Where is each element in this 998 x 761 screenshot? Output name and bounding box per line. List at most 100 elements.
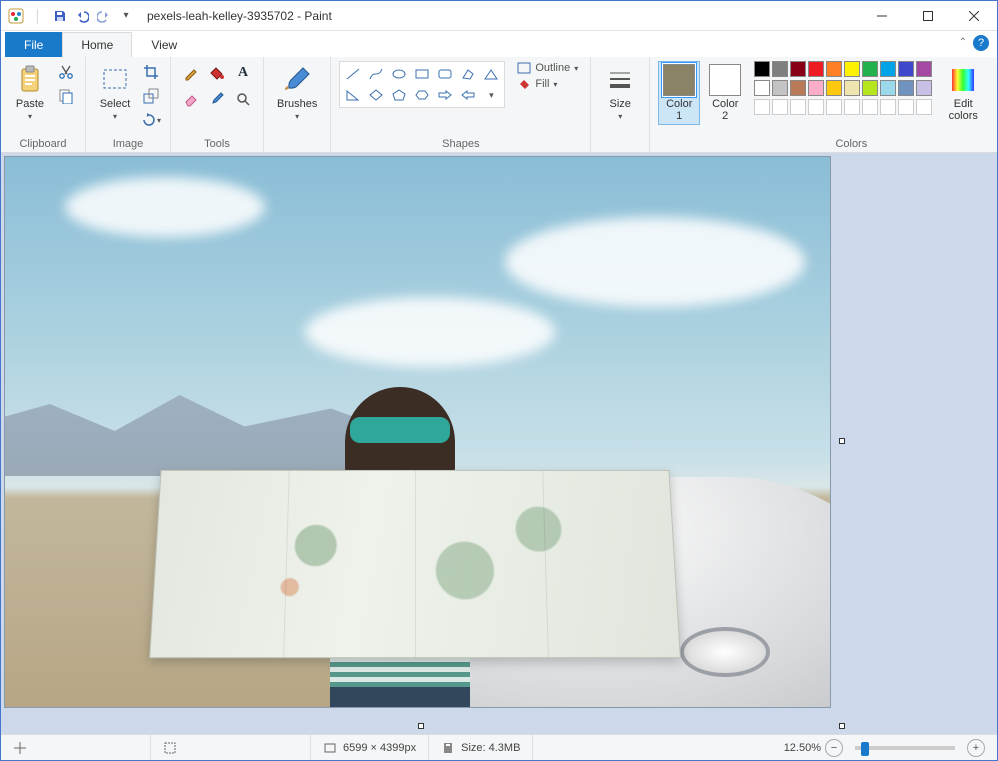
color2-button[interactable]: Color 2 <box>704 61 746 125</box>
palette-swatch[interactable] <box>862 61 878 77</box>
shape-more[interactable]: ▾ <box>480 85 502 105</box>
edit-colors-button[interactable]: Edit colors <box>942 61 984 125</box>
palette-swatch[interactable] <box>844 80 860 96</box>
text-tool[interactable]: A <box>231 61 255 85</box>
palette-swatch[interactable] <box>826 99 842 115</box>
palette-swatch[interactable] <box>844 99 860 115</box>
brushes-button[interactable]: Brushes▾ <box>272 61 322 125</box>
shape-hexagon[interactable] <box>411 85 433 105</box>
fill-label: Fill <box>535 78 549 90</box>
palette-swatch[interactable] <box>826 80 842 96</box>
palette-swatch[interactable] <box>880 80 896 96</box>
fill-tool[interactable] <box>205 61 229 85</box>
shape-triangle[interactable] <box>480 64 502 84</box>
select-button[interactable]: Select▾ <box>94 61 136 125</box>
palette-swatch[interactable] <box>862 80 878 96</box>
shape-right-triangle[interactable] <box>342 85 364 105</box>
canvas-scroll-area[interactable] <box>1 153 997 734</box>
shape-diamond[interactable] <box>365 85 387 105</box>
color-palette-custom <box>754 99 932 115</box>
palette-swatch[interactable] <box>916 61 932 77</box>
tab-home[interactable]: Home <box>62 32 132 57</box>
redo-icon[interactable] <box>95 7 113 25</box>
pencil-tool[interactable] <box>179 61 203 85</box>
close-button[interactable] <box>951 1 997 31</box>
palette-swatch[interactable] <box>916 99 932 115</box>
tab-file[interactable]: File <box>5 32 62 57</box>
eraser-tool[interactable] <box>179 87 203 111</box>
qat-separator: │ <box>29 7 47 25</box>
resize-handle-right[interactable] <box>839 438 845 444</box>
resize-button[interactable] <box>140 85 162 107</box>
crop-button[interactable] <box>140 61 162 83</box>
palette-swatch[interactable] <box>898 80 914 96</box>
palette-swatch[interactable] <box>826 61 842 77</box>
resize-handle-corner[interactable] <box>839 723 845 729</box>
palette-swatch[interactable] <box>790 80 806 96</box>
palette-swatch[interactable] <box>808 80 824 96</box>
window-title: pexels-leah-kelley-3935702 - Paint <box>141 9 859 23</box>
magnifier-tool[interactable] <box>231 87 255 111</box>
palette-swatch[interactable] <box>754 61 770 77</box>
palette-swatch[interactable] <box>772 80 788 96</box>
select-label: Select <box>100 98 131 110</box>
undo-icon[interactable] <box>73 7 91 25</box>
color2-label: Color 2 <box>712 98 738 122</box>
palette-swatch[interactable] <box>754 99 770 115</box>
minimize-button[interactable] <box>859 1 905 31</box>
status-image-dimensions: 6599 × 4399px <box>311 735 429 760</box>
status-file-size: Size: 4.3MB <box>429 735 533 760</box>
size-button[interactable]: Size▾ <box>599 61 641 125</box>
palette-swatch[interactable] <box>772 61 788 77</box>
resize-handle-bottom[interactable] <box>418 723 424 729</box>
shapes-gallery[interactable]: ▾ <box>339 61 505 108</box>
shape-roundrect[interactable] <box>434 64 456 84</box>
collapse-ribbon-icon[interactable]: ⌃ <box>959 37 967 48</box>
paste-button[interactable]: Paste▾ <box>9 61 51 125</box>
canvas-image <box>5 157 830 707</box>
status-cursor-pos <box>1 735 151 760</box>
copy-button[interactable] <box>55 85 77 107</box>
palette-swatch[interactable] <box>862 99 878 115</box>
shape-rect[interactable] <box>411 64 433 84</box>
shape-fill-button[interactable]: Fill▾ <box>513 77 582 91</box>
shape-oval[interactable] <box>388 64 410 84</box>
zoom-out-button[interactable]: − <box>825 739 843 757</box>
shape-outline-button[interactable]: Outline▾ <box>513 61 582 75</box>
palette-swatch[interactable] <box>898 99 914 115</box>
paint3d-button[interactable]: Edit with Paint 3D <box>992 61 998 125</box>
shape-pentagon[interactable] <box>388 85 410 105</box>
palette-swatch[interactable] <box>754 80 770 96</box>
palette-swatch[interactable] <box>772 99 788 115</box>
save-icon[interactable] <box>51 7 69 25</box>
color-picker-tool[interactable] <box>205 87 229 111</box>
palette-swatch[interactable] <box>844 61 860 77</box>
palette-swatch[interactable] <box>880 99 896 115</box>
group-tools-label: Tools <box>179 136 255 150</box>
shape-polygon[interactable] <box>457 64 479 84</box>
tab-view[interactable]: View <box>132 32 196 57</box>
size-label: Size <box>610 98 631 110</box>
canvas[interactable] <box>5 157 830 707</box>
rotate-button[interactable]: ▾ <box>140 109 162 131</box>
color1-button[interactable]: Color 1 <box>658 61 700 125</box>
palette-swatch[interactable] <box>898 61 914 77</box>
qat-customize-icon[interactable]: ▾ <box>117 7 135 25</box>
palette-swatch[interactable] <box>808 99 824 115</box>
shape-line[interactable] <box>342 64 364 84</box>
shape-curve[interactable] <box>365 64 387 84</box>
shape-arrow-left[interactable] <box>457 85 479 105</box>
palette-swatch[interactable] <box>880 61 896 77</box>
shape-arrow-right[interactable] <box>434 85 456 105</box>
group-shapes-label: Shapes <box>339 136 582 150</box>
zoom-in-button[interactable]: + <box>967 739 985 757</box>
palette-swatch[interactable] <box>808 61 824 77</box>
palette-swatch[interactable] <box>790 99 806 115</box>
maximize-button[interactable] <box>905 1 951 31</box>
color2-swatch <box>709 64 741 96</box>
palette-swatch[interactable] <box>916 80 932 96</box>
zoom-slider[interactable] <box>855 746 955 750</box>
help-icon[interactable]: ? <box>973 35 989 51</box>
cut-button[interactable] <box>55 61 77 83</box>
palette-swatch[interactable] <box>790 61 806 77</box>
